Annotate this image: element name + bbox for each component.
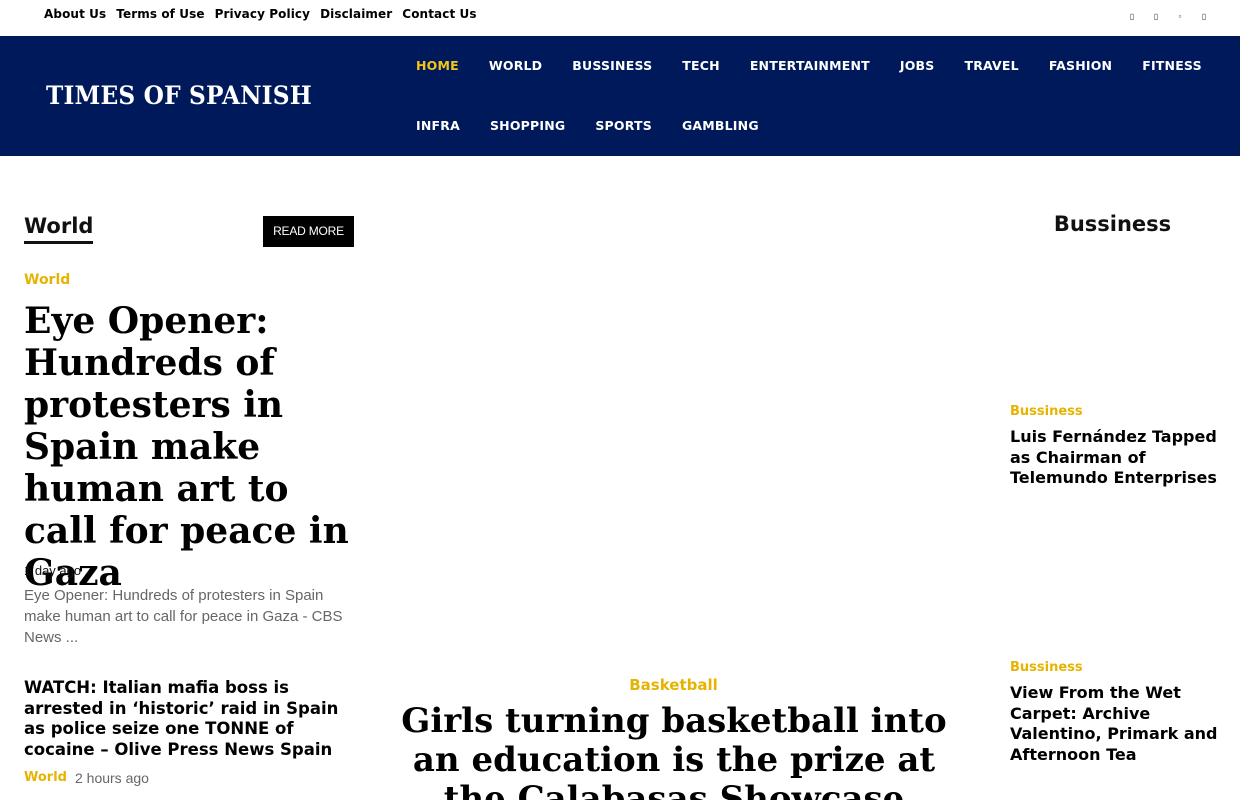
nav-fashion[interactable]: FASHION [1049, 58, 1112, 73]
nav-world[interactable]: WORLD [489, 58, 542, 73]
list-item-title[interactable]: WATCH: Italian mafia boss is arrested in… [24, 678, 354, 760]
business-item-1-category[interactable]: Bussiness [1010, 404, 1083, 419]
business-item-1-title[interactable]: Luis Fernández Tapped as Chairman of Tel… [1010, 427, 1222, 489]
disclaimer-link[interactable]: Disclaimer [320, 7, 392, 21]
site-logo[interactable]: TIMES OF SPANISH [46, 81, 312, 110]
section-title-bussiness[interactable]: Bussiness [1010, 212, 1215, 236]
business-item-2-title[interactable]: View From the Wet Carpet: Archive Valent… [1010, 683, 1222, 765]
nav-infra[interactable]: INFRA [416, 118, 460, 133]
list-item-category[interactable]: World [24, 770, 67, 786]
featured-article-title[interactable]: Eye Opener: Hundreds of protesters in Sp… [24, 300, 364, 594]
business-item-2-category[interactable]: Bussiness [1010, 660, 1083, 675]
nav-shopping[interactable]: SHOPPING [490, 118, 565, 133]
youtube-icon[interactable]: ▯ [1198, 10, 1210, 24]
nav-sports[interactable]: SPORTS [595, 118, 652, 133]
list-item-meta: World 2 hours ago [24, 770, 149, 786]
featured-article-time: 1 day ago [24, 563, 82, 578]
terms-of-use-link[interactable]: Terms of Use [116, 7, 204, 21]
site-header: TIMES OF SPANISH HOME WORLD BUSSINESS TE… [0, 36, 1240, 156]
nav-fitness[interactable]: FITNESS [1142, 58, 1202, 73]
featured-article-excerpt: Eye Opener: Hundreds of protesters in Sp… [24, 587, 343, 646]
privacy-policy-link[interactable]: Privacy Policy [215, 7, 310, 21]
nav-gambling[interactable]: GAMBLING [682, 118, 759, 133]
twitter-icon[interactable]: ▫ [1174, 10, 1186, 24]
list-item-time: 2 hours ago [74, 770, 149, 786]
social-icons: ▯ ▯ ▫ ▯ [1126, 10, 1210, 24]
main-article-category[interactable]: Basketball [406, 676, 941, 694]
instagram-icon[interactable]: ▯ [1150, 10, 1162, 24]
main-nav-row-2: INFRA SHOPPING SPORTS GAMBLING [416, 118, 789, 133]
nav-jobs[interactable]: JOBS [900, 58, 935, 73]
facebook-icon[interactable]: ▯ [1126, 10, 1138, 24]
nav-bussiness[interactable]: BUSSINESS [572, 58, 652, 73]
top-bar: About Us Terms of Use Privacy Policy Dis… [0, 0, 1240, 36]
nav-travel[interactable]: TRAVEL [964, 58, 1018, 73]
nav-entertainment[interactable]: ENTERTAINMENT [750, 58, 870, 73]
contact-us-link[interactable]: Contact Us [402, 7, 476, 21]
world-section-header: World [24, 214, 94, 244]
nav-home[interactable]: HOME [416, 58, 459, 73]
featured-category[interactable]: World [24, 272, 70, 288]
section-title-world[interactable]: World [24, 214, 94, 244]
main-article-title[interactable]: Girls turning basketball into an educati… [400, 702, 948, 800]
main-nav-row-1: HOME WORLD BUSSINESS TECH ENTERTAINMENT … [416, 58, 1232, 73]
top-links: About Us Terms of Use Privacy Policy Dis… [44, 7, 477, 21]
about-us-link[interactable]: About Us [44, 7, 106, 21]
nav-tech[interactable]: TECH [682, 58, 720, 73]
read-more-button[interactable]: READ MORE [263, 216, 354, 247]
